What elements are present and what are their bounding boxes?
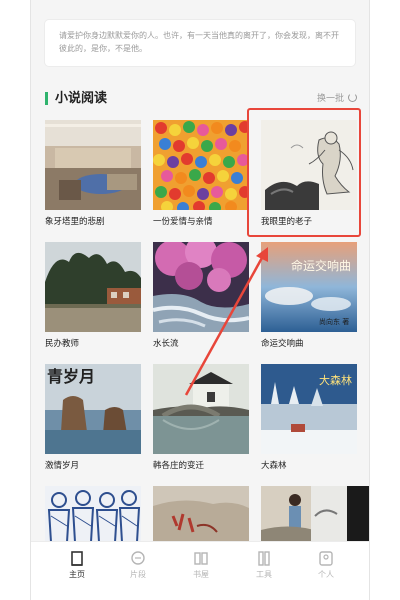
book-card[interactable]: 命运交响曲 尚向东 著 命运交响曲 [261, 242, 357, 350]
book-cover [45, 242, 141, 332]
book-cover [153, 242, 249, 332]
cover-title-text: 大森林 [319, 373, 352, 387]
cover-author-text: 尚向东 著 [319, 317, 349, 326]
section-title: 小说阅读 [55, 91, 108, 106]
sky-ocean-title-icon: 命运交响曲 尚向东 著 [261, 242, 357, 332]
section-accent-bar [45, 92, 48, 105]
book-card[interactable]: 象牙塔里的悲剧 [45, 120, 141, 228]
quote-text: 请爱护你身边默默爱你的人。也许，有一天当他真的离开了，你会发现，离不开彼此的，是… [59, 31, 339, 53]
book-title: 命运交响曲 [261, 339, 304, 349]
book-cover [153, 120, 249, 210]
book-cover [153, 364, 249, 454]
book-title: 水长流 [153, 339, 179, 349]
book-card[interactable]: 我眼里的老子 [261, 120, 357, 228]
book-card[interactable]: 大森林 大森林 [261, 364, 357, 472]
book-cover [261, 120, 357, 210]
home-icon [71, 551, 83, 566]
tab-snippets[interactable]: 片段 [113, 550, 163, 582]
book-card[interactable]: 民办教师 [45, 242, 141, 350]
book-title: 我眼里的老子 [261, 217, 313, 227]
tab-label: 书屋 [193, 570, 209, 579]
tab-label: 主页 [69, 570, 85, 579]
tab-profile[interactable]: 个人 [301, 550, 351, 582]
book-cover: 大森林 [261, 364, 357, 454]
cover-title-text: 命运交响曲 [291, 258, 351, 273]
ink-painting-sage-icon [261, 120, 357, 210]
app-screen: 请爱护你身边默默爱你的人。也许，有一天当他真的离开了，你会发现，离不开彼此的，是… [30, 0, 370, 600]
tab-bookshelf[interactable]: 书屋 [176, 550, 226, 582]
book-card[interactable]: 一份爱情与亲情 [153, 120, 249, 228]
quote-card: 请爱护你身边默默爱你的人。也许，有一天当他真的离开了，你会发现，离不开彼此的，是… [45, 20, 355, 66]
snow-forest-icon: 大森林 [261, 364, 357, 454]
chat-icon [131, 551, 145, 565]
refresh-icon [348, 93, 357, 102]
book-title: 民办教师 [45, 339, 80, 349]
village-school-icon [45, 242, 141, 332]
bookshelf-icon [194, 552, 208, 565]
section-header: 小说阅读 换一批 [45, 90, 357, 108]
book-title: 韩各庄的变迁 [153, 461, 205, 471]
book-title: 大森林 [261, 461, 287, 471]
book-cover: 青岁月 [45, 364, 141, 454]
cover-title-text: 青岁月 [47, 367, 95, 386]
tools-icon [258, 551, 270, 566]
tab-tools[interactable]: 工具 [239, 550, 289, 582]
refresh-button[interactable]: 换一批 [317, 93, 357, 105]
refresh-label: 换一批 [316, 94, 344, 104]
blossom-stream-icon [153, 242, 249, 332]
sea-rocks-icon: 青岁月 [45, 364, 141, 454]
village-bridge-icon [153, 364, 249, 454]
tab-home[interactable]: 主页 [52, 550, 102, 582]
book-title: 激情岁月 [45, 461, 80, 471]
book-cover: 命运交响曲 尚向东 著 [261, 242, 357, 332]
tab-label: 工具 [256, 570, 272, 579]
bottom-tab-bar: 主页 片段 书屋 工具 个人 [31, 541, 369, 600]
book-title: 一份爱情与亲情 [153, 217, 213, 227]
classroom-photo-icon [45, 120, 141, 210]
book-card[interactable]: 韩各庄的变迁 [153, 364, 249, 472]
tab-label: 片段 [130, 570, 146, 579]
book-card[interactable]: 水长流 [153, 242, 249, 350]
book-title: 象牙塔里的悲剧 [45, 217, 105, 227]
colorful-candies-icon [153, 120, 249, 210]
book-cover [45, 120, 141, 210]
profile-icon [319, 551, 333, 566]
tab-label: 个人 [318, 570, 334, 579]
book-card[interactable]: 青岁月 激情岁月 [45, 364, 141, 472]
